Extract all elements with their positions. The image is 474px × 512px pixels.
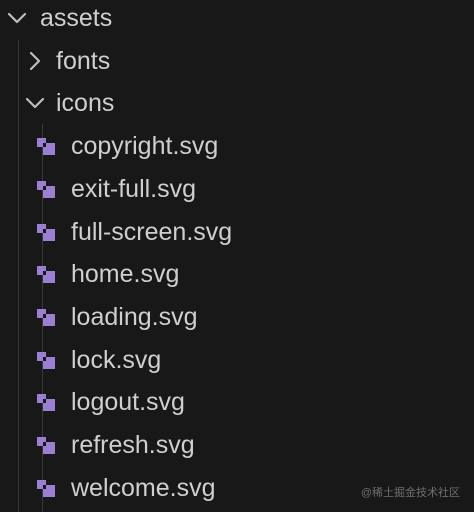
svg-file-icon — [37, 224, 55, 241]
file-item-lock[interactable]: lock.svg — [0, 339, 474, 381]
tree-item-fonts[interactable]: fonts — [0, 40, 474, 82]
svg-file-icon — [37, 181, 55, 198]
file-item-exit-full[interactable]: exit-full.svg — [0, 168, 474, 210]
file-item-label: loading.svg — [71, 302, 198, 331]
chevron-down-icon — [25, 97, 45, 109]
file-item-label: copyright.svg — [71, 131, 219, 160]
chevron-right-icon — [29, 51, 41, 71]
file-item-label: welcome.svg — [71, 473, 216, 502]
svg-file-icon — [37, 309, 55, 326]
file-item-loading[interactable]: loading.svg — [0, 296, 474, 338]
chevron-down-icon — [7, 12, 27, 24]
svg-file-icon — [37, 352, 55, 369]
tree-item-assets[interactable]: assets — [0, 0, 474, 39]
file-item-label: refresh.svg — [71, 430, 195, 459]
file-item-label: full-screen.svg — [71, 217, 233, 246]
svg-file-icon — [37, 480, 55, 497]
file-item-refresh[interactable]: refresh.svg — [0, 424, 474, 466]
svg-file-icon — [37, 138, 55, 155]
file-item-label: exit-full.svg — [71, 174, 197, 203]
tree-item-label: assets — [40, 3, 113, 32]
svg-file-icon — [37, 394, 55, 411]
tree-item-icons[interactable]: icons — [0, 82, 474, 124]
file-item-label: home.svg — [71, 259, 180, 288]
svg-file-icon — [37, 266, 55, 283]
tree-item-label: icons — [56, 88, 115, 117]
file-item-label: lock.svg — [71, 345, 162, 374]
file-explorer-tree: assets fonts icons copyright.svg exit-fu… — [0, 0, 474, 512]
file-item-copyright[interactable]: copyright.svg — [0, 125, 474, 167]
file-item-full-screen[interactable]: full-screen.svg — [0, 211, 474, 253]
tree-item-label: fonts — [56, 46, 111, 75]
file-item-home[interactable]: home.svg — [0, 253, 474, 295]
file-item-logout[interactable]: logout.svg — [0, 381, 474, 423]
file-item-label: logout.svg — [71, 387, 185, 416]
watermark: @稀土掘金技术社区 — [360, 487, 460, 499]
svg-file-icon — [37, 437, 55, 454]
